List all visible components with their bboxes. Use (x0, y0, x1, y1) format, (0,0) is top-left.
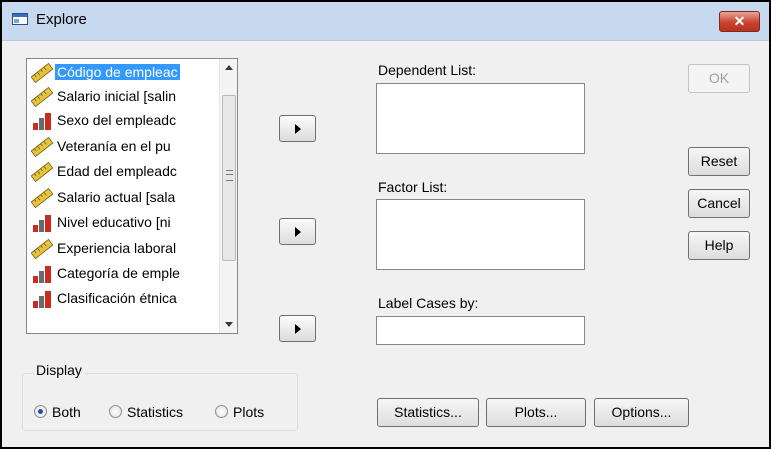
explore-dialog: Explore ✕ Código de empleac Salario inic… (0, 0, 771, 449)
nominal-bars-icon (31, 213, 53, 233)
plots-button[interactable]: Plots... (486, 398, 586, 427)
variable-item[interactable]: Experiencia laboral (29, 237, 209, 261)
reset-button[interactable]: Reset (688, 147, 750, 176)
help-button[interactable]: Help (688, 231, 750, 260)
display-group-legend: Display (33, 362, 85, 378)
nominal-bars-icon (31, 289, 53, 309)
variable-item[interactable]: Sexo del empleadc (29, 109, 209, 133)
options-button[interactable]: Options... (594, 398, 689, 427)
right-arrow-icon (295, 324, 301, 334)
source-variable-list[interactable]: Código de empleac Salario inicial [salin… (26, 58, 238, 334)
variable-item[interactable]: Clasificación étnica (29, 287, 209, 311)
scroll-down-arrow-icon[interactable] (220, 316, 238, 333)
statistics-button[interactable]: Statistics... (377, 398, 479, 427)
dialog-body: Código de empleac Salario inicial [salin… (9, 43, 762, 447)
nominal-bars-icon (31, 111, 53, 131)
window-title: Explore (36, 11, 87, 28)
move-to-factor-button[interactable] (279, 218, 316, 245)
right-arrow-icon (295, 124, 301, 134)
variable-list-scrollbar[interactable] (219, 59, 238, 333)
scale-ruler-icon (30, 62, 54, 84)
variable-item[interactable]: Código de empleac (29, 61, 209, 85)
cancel-button[interactable]: Cancel (688, 189, 750, 218)
title-bar: Explore ✕ (2, 2, 769, 41)
scale-ruler-icon (30, 238, 54, 260)
grip-icon (226, 170, 233, 181)
radio-circle (215, 405, 228, 418)
right-arrow-icon (295, 227, 301, 237)
label-cases-by-field[interactable] (376, 316, 585, 345)
nominal-bars-icon (31, 264, 53, 284)
dependent-list[interactable] (376, 83, 585, 154)
scroll-up-arrow-icon[interactable] (220, 59, 238, 76)
variable-item[interactable]: Salario actual [sala (29, 186, 209, 210)
scale-ruler-icon (30, 136, 54, 158)
move-to-label-cases-button[interactable] (279, 315, 316, 342)
radio-selected-dot (38, 409, 43, 414)
variable-item[interactable]: Salario inicial [salin (29, 85, 209, 109)
variable-item[interactable]: Edad del empleadc (29, 160, 209, 184)
factor-list[interactable] (376, 199, 585, 270)
move-to-dependent-button[interactable] (279, 115, 316, 142)
label-cases-by-label: Label Cases by: (378, 295, 479, 311)
window-icon (12, 13, 28, 25)
factor-list-label: Factor List: (378, 179, 448, 195)
scale-ruler-icon (30, 187, 54, 209)
display-group (22, 373, 298, 431)
dependent-list-label: Dependent List: (378, 62, 477, 78)
ok-button[interactable]: OK (688, 64, 750, 93)
radio-circle (109, 405, 122, 418)
variable-item[interactable]: Categoría de emple (29, 262, 209, 286)
variable-item[interactable]: Nivel educativo [ni (29, 211, 209, 235)
variable-item[interactable]: Veteranía en el pu (29, 135, 209, 159)
scale-ruler-icon (30, 161, 54, 183)
close-button[interactable]: ✕ (719, 11, 760, 32)
scale-ruler-icon (30, 86, 54, 108)
scrollbar-thumb[interactable] (222, 95, 236, 261)
radio-circle (34, 405, 47, 418)
